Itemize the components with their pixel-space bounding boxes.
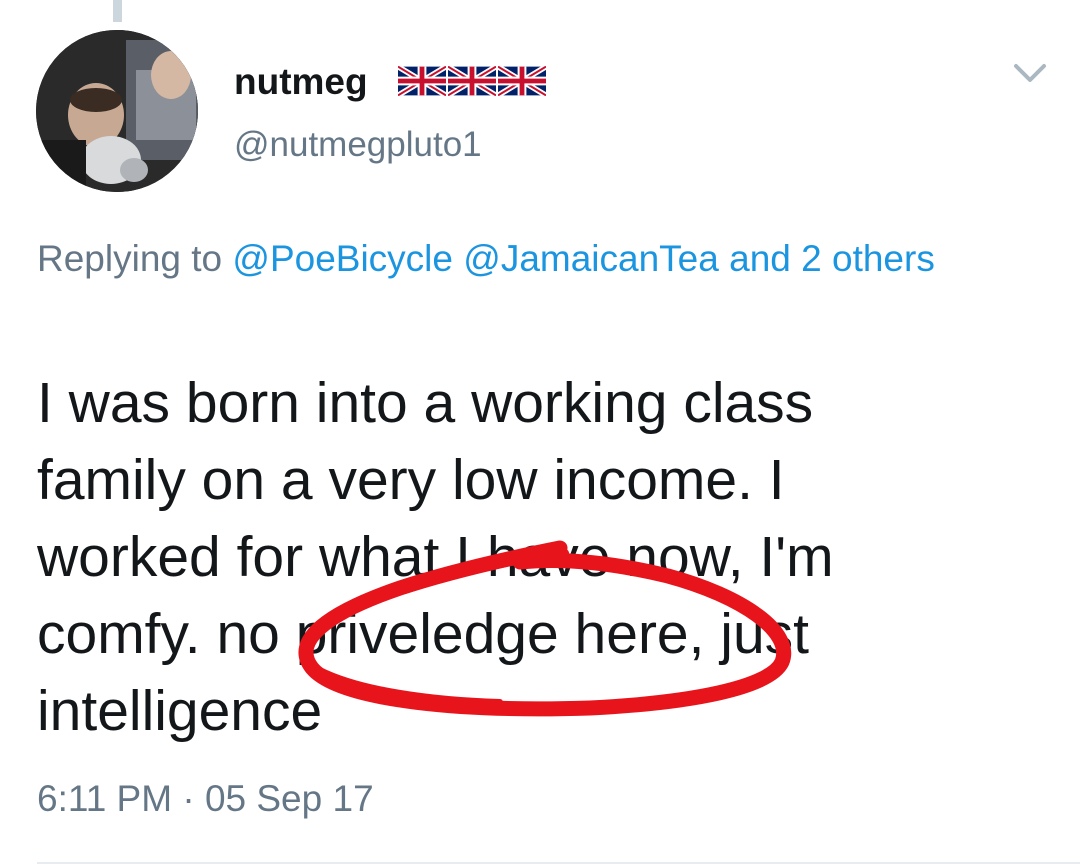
mention-link-poebicycle[interactable]: @PoeBicycle [232,238,453,279]
thread-connector-line [113,0,122,22]
reply-context: Replying to @PoeBicycle @JamaicanTea and… [37,230,1037,287]
tweet-text-line: family on a very low income. I [37,448,785,512]
author-flag-emojis [398,66,546,96]
timestamp-separator: · [182,778,195,819]
avatar[interactable] [36,30,198,192]
avatar-photo [36,30,198,192]
others-link[interactable]: and 2 others [729,238,935,279]
tweet-text-line: worked for what I have now, I'm [37,525,834,589]
reply-prefix: Replying to [37,238,223,279]
uk-flag-icon [448,66,496,96]
uk-flag-icon [498,66,546,96]
tweet-text-line: I was born into a working class [37,371,814,435]
author-handle[interactable]: @nutmegpluto1 [234,124,482,166]
tweet-text-line: intelligence [37,679,323,743]
tweet-date: 05 Sep 17 [204,778,374,819]
tweet-text-line: comfy. no priveledge here, just [37,602,810,666]
chevron-down-icon[interactable] [1010,58,1050,88]
mention-link-jamaicantea[interactable]: @JamaicanTea [463,238,719,279]
tweet-timestamp[interactable]: 6:11 PM · 05 Sep 17 [37,775,374,823]
tweet-time: 6:11 PM [37,778,173,819]
divider [37,862,1080,864]
author-display-name[interactable]: nutmeg [234,60,368,104]
uk-flag-icon [398,66,446,96]
tweet-text: I was born into a working class family o… [37,365,1047,750]
